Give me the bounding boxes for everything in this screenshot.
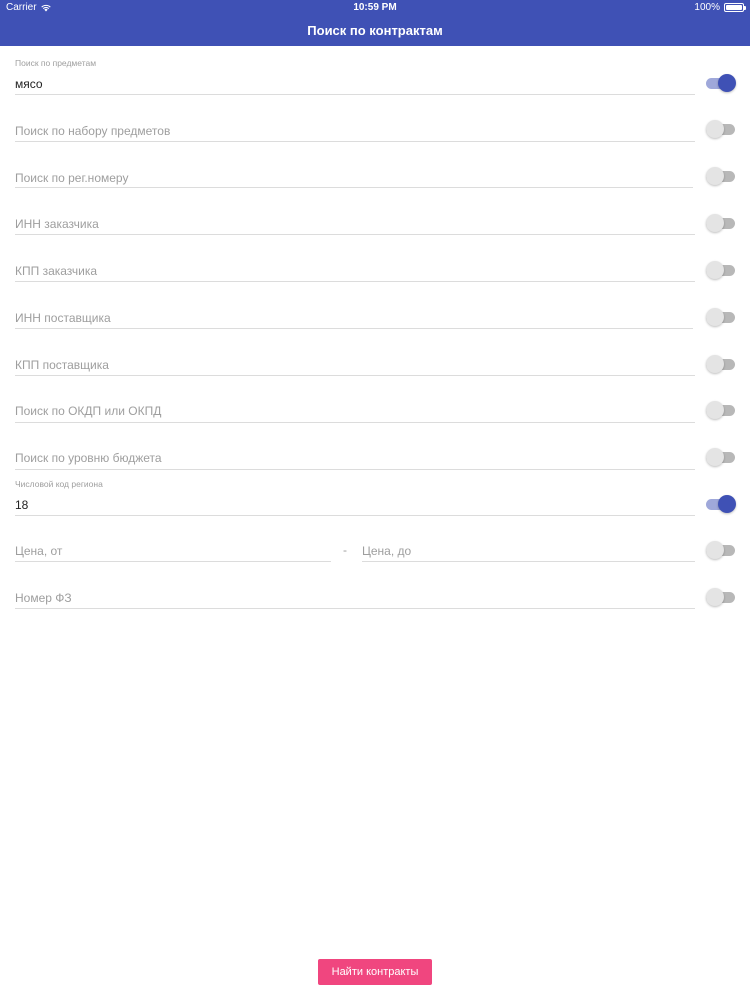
battery-icon: [724, 3, 746, 12]
subjects-row: Поиск по предметам мясо: [0, 50, 750, 97]
price-row: Цена, от - Цена, до: [0, 520, 750, 567]
customer-inn-toggle[interactable]: [706, 213, 736, 233]
okdp-input[interactable]: Поиск по ОКДП или ОКПД: [15, 404, 161, 418]
price-from-underline: [15, 561, 331, 562]
supplier-inn-row: ИНН поставщика: [0, 285, 750, 332]
fz-input[interactable]: Номер ФЗ: [15, 591, 72, 605]
page-title: Поиск по контрактам: [307, 23, 443, 38]
customer-inn-row: ИНН заказчика: [0, 191, 750, 238]
region-toggle[interactable]: [706, 494, 736, 514]
okdp-row: Поиск по ОКДП или ОКПД: [0, 379, 750, 426]
region-underline: [15, 515, 695, 516]
subject-set-input[interactable]: Поиск по набору предметов: [15, 124, 170, 138]
region-input[interactable]: 18: [15, 498, 28, 512]
fz-row: Номер ФЗ: [0, 567, 750, 614]
customer-kpp-input[interactable]: КПП заказчика: [15, 264, 97, 278]
price-toggle[interactable]: [706, 540, 736, 560]
reg-number-toggle[interactable]: [706, 166, 736, 186]
supplier-kpp-underline: [15, 375, 695, 376]
supplier-inn-toggle[interactable]: [706, 307, 736, 327]
region-row: Числовой код региона 18: [0, 473, 750, 520]
subject-set-toggle[interactable]: [706, 119, 736, 139]
supplier-inn-input[interactable]: ИНН поставщика: [15, 311, 111, 325]
price-from-input[interactable]: Цена, от: [15, 544, 62, 558]
price-to-underline: [362, 561, 695, 562]
supplier-kpp-toggle[interactable]: [706, 354, 736, 374]
status-time: 10:59 PM: [353, 2, 397, 13]
okdp-underline: [15, 422, 695, 423]
subjects-label: Поиск по предметам: [15, 58, 97, 68]
subjects-toggle[interactable]: [706, 73, 736, 93]
fz-underline: [15, 608, 695, 609]
subjects-input[interactable]: мясо: [15, 77, 43, 91]
supplier-kpp-input[interactable]: КПП поставщика: [15, 358, 109, 372]
fz-toggle[interactable]: [706, 587, 736, 607]
customer-inn-underline: [15, 234, 695, 235]
customer-inn-input[interactable]: ИНН заказчика: [15, 217, 99, 231]
navigation-header: Carrier 10:59 PM 100% Поиск по контракта…: [0, 0, 750, 46]
status-bar: Carrier 10:59 PM 100%: [0, 0, 750, 16]
region-label: Числовой код региона: [15, 479, 103, 489]
budget-input[interactable]: Поиск по уровню бюджета: [15, 451, 162, 465]
budget-toggle[interactable]: [706, 447, 736, 467]
price-to-input[interactable]: Цена, до: [362, 544, 411, 558]
reg-number-underline: [15, 187, 693, 188]
subjects-underline: [15, 94, 695, 95]
subject-set-underline: [15, 141, 695, 142]
customer-kpp-toggle[interactable]: [706, 260, 736, 280]
supplier-kpp-row: КПП поставщика: [0, 332, 750, 379]
budget-underline: [15, 469, 695, 470]
price-separator: -: [343, 543, 347, 557]
okdp-toggle[interactable]: [706, 400, 736, 420]
battery-indicator: 100%: [694, 2, 746, 13]
budget-row: Поиск по уровню бюджета: [0, 426, 750, 473]
customer-kpp-underline: [15, 281, 695, 282]
subject-set-row: Поиск по набору предметов: [0, 97, 750, 144]
battery-percent: 100%: [694, 2, 720, 13]
reg-number-row: Поиск по рег.номеру: [0, 144, 750, 191]
reg-number-input[interactable]: Поиск по рег.номеру: [15, 171, 128, 185]
supplier-inn-underline: [15, 328, 693, 329]
find-contracts-button[interactable]: Найти контракты: [318, 959, 432, 985]
customer-kpp-row: КПП заказчика: [0, 238, 750, 285]
